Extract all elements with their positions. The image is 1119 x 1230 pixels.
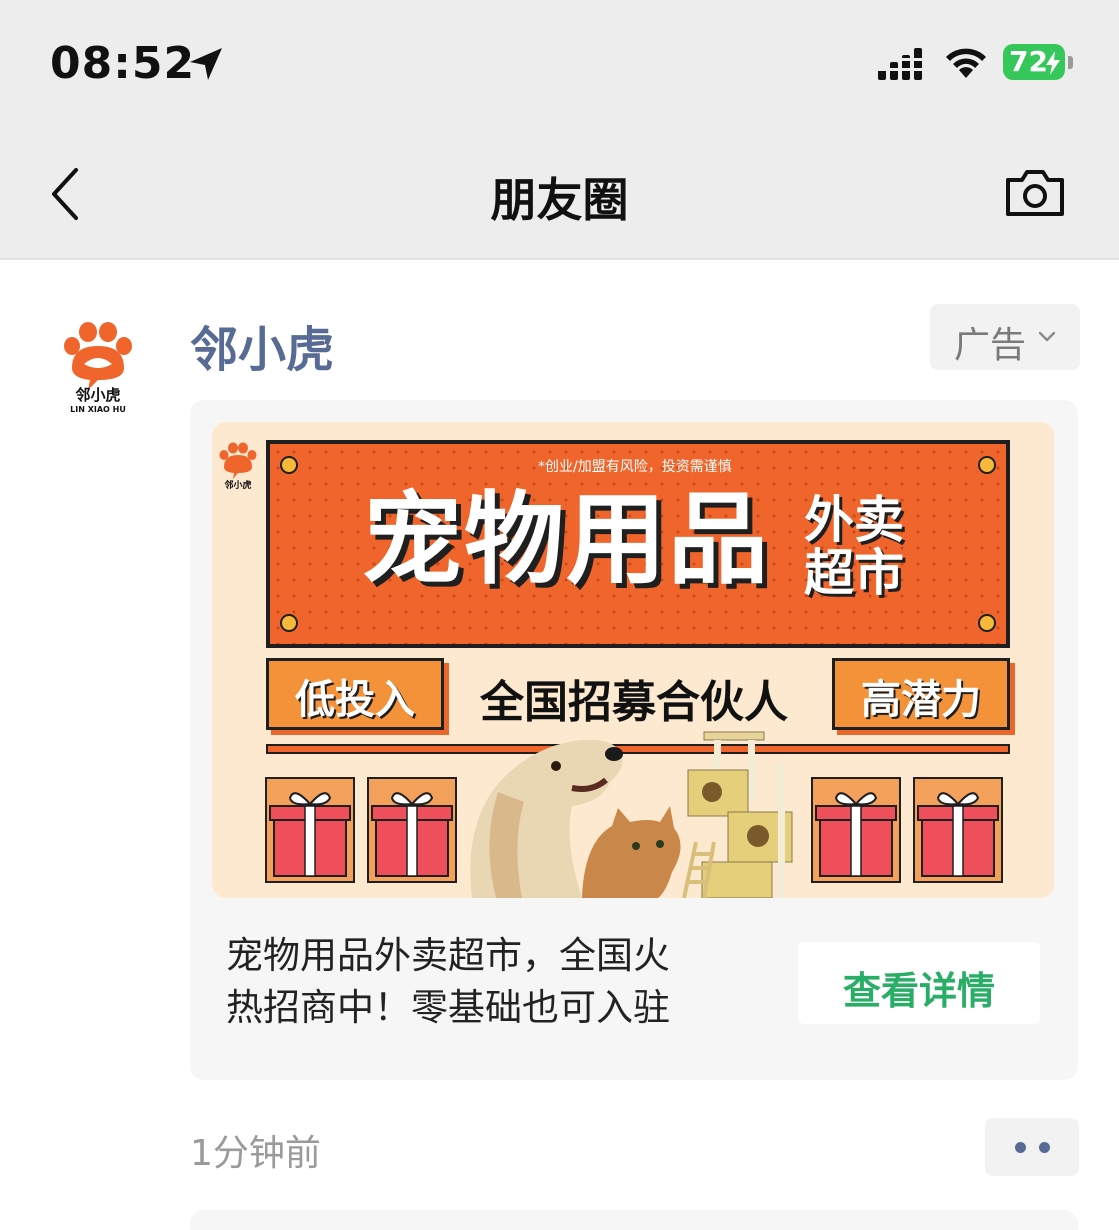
cellular-signal-icon bbox=[878, 48, 922, 80]
battery-charging-icon: 72 bbox=[1003, 44, 1073, 82]
nav-bar: 朋友圈 bbox=[0, 130, 1119, 260]
author-name[interactable]: 邻小虎 bbox=[190, 310, 334, 380]
banner-headline-side: 外卖 超市 bbox=[804, 494, 924, 600]
ad-caption: 宠物用品外卖超市，全国火 热招商中！零基础也可入驻 bbox=[226, 930, 766, 1034]
ad-tag-label: 广告 bbox=[954, 325, 1027, 366]
banner-left-tag-text: 低投入 bbox=[295, 677, 415, 723]
banner-logo: 邻小虎 bbox=[219, 442, 257, 491]
banner-center-text: 全国招募合伙人 bbox=[480, 677, 788, 728]
more-options-button[interactable] bbox=[985, 1118, 1079, 1176]
battery-body: 72 bbox=[1003, 44, 1065, 80]
banner-right-tag-text: 高潜力 bbox=[861, 677, 981, 723]
location-arrow-icon bbox=[190, 48, 222, 80]
charging-bolt-icon bbox=[1046, 51, 1060, 75]
ad-tag-button[interactable]: 广告 bbox=[930, 304, 1080, 370]
banner-left-tag: 低投入 bbox=[266, 658, 444, 730]
gift-box-icon bbox=[265, 777, 355, 883]
view-details-label: 查看详情 bbox=[842, 969, 995, 1013]
banner-headline-side-1: 外卖 bbox=[804, 491, 904, 549]
ad-banner-image[interactable]: 邻小虎 *创业/加盟有风险，投资需谨慎 宠物用品 外卖 超市 低投入 全国招募合… bbox=[212, 422, 1054, 898]
gift-box-icon bbox=[367, 777, 457, 883]
chevron-down-icon bbox=[1038, 331, 1056, 342]
more-dots-icon bbox=[1039, 1142, 1050, 1153]
pets-illustration bbox=[470, 731, 793, 898]
wifi-icon bbox=[946, 48, 986, 78]
panel-rivet bbox=[280, 456, 298, 474]
avatar-brand-en: LIN XIAO HU bbox=[70, 405, 126, 414]
camera-icon[interactable] bbox=[1004, 166, 1066, 218]
banner-headline-panel: *创业/加盟有风险，投资需谨慎 宠物用品 外卖 超市 bbox=[266, 440, 1010, 648]
more-dots-icon bbox=[1015, 1142, 1026, 1153]
ad-caption-line2: 热招商中！零基础也可入驻 bbox=[226, 986, 670, 1029]
banner-right-tag: 高潜力 bbox=[832, 658, 1010, 730]
status-bar: 08:52 72 bbox=[0, 0, 1119, 130]
panel-rivet bbox=[280, 614, 298, 632]
banner-logo-text: 邻小虎 bbox=[224, 479, 251, 491]
panel-rivet bbox=[978, 614, 996, 632]
status-time: 08:52 bbox=[50, 38, 196, 89]
banner-headline: 宠物用品 bbox=[362, 481, 770, 598]
view-details-button[interactable]: 查看详情 bbox=[798, 942, 1040, 1024]
page-title: 朋友圈 bbox=[490, 173, 629, 227]
panel-rivet bbox=[978, 456, 996, 474]
banner-headline-side-2: 超市 bbox=[804, 544, 904, 602]
battery-level: 72 bbox=[1009, 45, 1048, 78]
risk-note: *创业/加盟有风险，投资需谨慎 bbox=[538, 459, 732, 475]
avatar-brand: 邻小虎 bbox=[74, 386, 120, 404]
battery-cap bbox=[1068, 56, 1073, 69]
next-post-card-edge bbox=[190, 1210, 1078, 1230]
post-timestamp: 1分钟前 bbox=[190, 1133, 321, 1174]
gift-box-icon bbox=[913, 777, 1003, 883]
ad-card[interactable]: 邻小虎 *创业/加盟有风险，投资需谨慎 宠物用品 外卖 超市 低投入 全国招募合… bbox=[190, 400, 1078, 1080]
avatar[interactable]: 邻小虎 LIN XIAO HU bbox=[58, 318, 138, 414]
ad-caption-line1: 宠物用品外卖超市，全国火 bbox=[226, 934, 670, 977]
